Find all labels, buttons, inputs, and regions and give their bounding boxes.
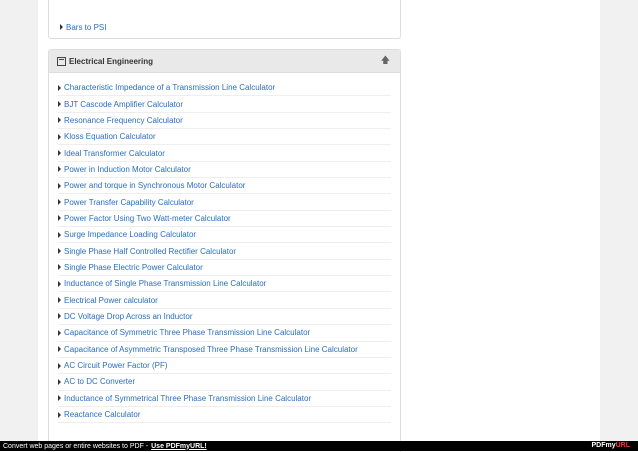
list-item[interactable]: Power and torque in Synchronous Motor Ca… — [58, 178, 391, 195]
caret-right-icon — [58, 231, 61, 238]
calculator-link[interactable]: Electrical Power calculator — [64, 296, 158, 305]
pdfmyurl-logo: PDFmyURL — [591, 442, 630, 449]
caret-right-icon — [58, 362, 61, 369]
list-item[interactable]: Power Factor Using Two Watt-meter Calcul… — [58, 211, 391, 228]
list-item[interactable]: DC Voltage Drop Across an Inductor — [58, 309, 391, 326]
pdf-footer-bar: Convert web pages or entire websites to … — [0, 441, 638, 451]
list-item[interactable]: Reactance Calculator — [58, 407, 391, 424]
caret-right-icon — [58, 150, 61, 157]
caret-right-icon — [58, 166, 61, 173]
caret-right-icon — [58, 395, 61, 402]
list-item[interactable]: AC to DC Converter — [58, 374, 391, 391]
caret-right-icon — [58, 346, 61, 353]
calculator-link[interactable]: Capacitance of Asymmetric Transposed Thr… — [64, 345, 358, 354]
calculator-link[interactable]: Resonance Frequency Calculator — [64, 116, 183, 125]
caret-right-icon — [58, 411, 61, 418]
list-item[interactable]: Characteristic Impedance of a Transmissi… — [58, 80, 391, 97]
left-gutter — [0, 0, 38, 451]
calculator-link[interactable]: Capacitance of Symmetric Three Phase Tra… — [64, 328, 310, 337]
caret-right-icon — [58, 313, 61, 320]
calculator-link[interactable]: Power in Induction Motor Calculator — [64, 165, 191, 174]
list-item[interactable]: Single Phase Electric Power Calculator — [58, 260, 391, 277]
caret-right-icon — [58, 199, 61, 206]
list-item[interactable]: Kloss Equation Calculator — [58, 129, 391, 146]
calculator-link[interactable]: Surge Impedance Loading Calculator — [64, 230, 196, 239]
panel-title: Electrical Engineering — [69, 56, 154, 66]
logo-accent: URL — [615, 442, 630, 449]
calculator-link[interactable]: Power Factor Using Two Watt-meter Calcul… — [64, 214, 231, 223]
list-item[interactable]: AC Circuit Power Factor (PF) — [58, 358, 391, 375]
caret-right-icon — [58, 264, 61, 271]
list-item[interactable]: BJT Cascode Amplifier Calculator — [58, 96, 391, 113]
calculator-link[interactable]: Kloss Equation Calculator — [64, 132, 156, 141]
previous-category-panel: Bars to PSI — [48, 0, 401, 39]
list-item[interactable]: Power in Induction Motor Calculator — [58, 162, 391, 179]
list-item[interactable]: Resonance Frequency Calculator — [58, 113, 391, 130]
calculator-link[interactable]: BJT Cascode Amplifier Calculator — [64, 100, 183, 109]
calculator-link[interactable]: Power Transfer Capability Calculator — [64, 198, 194, 207]
calculator-link[interactable]: Inductance of Single Phase Transmission … — [64, 279, 266, 288]
panel-heading[interactable]: Electrical Engineering 🡅 — [49, 50, 400, 73]
calculator-link[interactable]: Single Phase Half Controlled Rectifier C… — [64, 247, 236, 256]
list-item[interactable]: Ideal Transformer Calculator — [58, 145, 391, 162]
caret-right-icon — [58, 117, 61, 124]
caret-right-icon — [58, 378, 61, 385]
calculator-link[interactable]: Single Phase Electric Power Calculator — [64, 263, 203, 272]
calculator-icon — [57, 56, 66, 66]
calculator-link[interactable]: Inductance of Symmetrical Three Phase Tr… — [64, 394, 311, 403]
list-item[interactable]: Electrical Power calculator — [58, 292, 391, 309]
footer-text: Convert web pages or entire websites to … — [3, 442, 149, 450]
caret-right-icon — [58, 215, 61, 222]
caret-right-icon — [58, 133, 61, 140]
list-item[interactable]: Capacitance of Symmetric Three Phase Tra… — [58, 325, 391, 342]
calculator-link[interactable]: DC Voltage Drop Across an Inductor — [64, 312, 193, 321]
list-item-bars-to-psi[interactable]: Bars to PSI — [60, 17, 106, 35]
calculator-link[interactable]: Ideal Transformer Calculator — [64, 149, 165, 158]
list-item[interactable]: Power Transfer Capability Calculator — [58, 194, 391, 211]
use-pdfmyurl-link[interactable]: Use PDFmyURL! — [151, 443, 207, 450]
arrow-up-icon[interactable]: 🡅 — [381, 55, 390, 65]
caret-right-icon — [58, 84, 61, 91]
calculator-list: Characteristic Impedance of a Transmissi… — [58, 80, 391, 424]
list-item[interactable]: Capacitance of Asymmetric Transposed Thr… — [58, 342, 391, 358]
calculator-link[interactable]: AC Circuit Power Factor (PF) — [64, 361, 168, 370]
caret-right-icon — [58, 329, 61, 336]
calculator-link[interactable]: AC to DC Converter — [64, 377, 135, 386]
calculator-link[interactable]: Bars to PSI — [66, 23, 106, 32]
caret-right-icon — [58, 248, 61, 255]
list-item[interactable]: Inductance of Single Phase Transmission … — [58, 276, 391, 293]
electrical-engineering-panel: Electrical Engineering 🡅 Characteristic … — [48, 49, 401, 452]
right-gutter — [600, 0, 638, 451]
caret-right-icon — [60, 24, 63, 30]
list-item[interactable]: Surge Impedance Loading Calculator — [58, 227, 391, 244]
caret-right-icon — [58, 280, 61, 287]
logo-main: PDFmy — [591, 442, 616, 449]
calculator-link[interactable]: Power and torque in Synchronous Motor Ca… — [64, 181, 245, 190]
caret-right-icon — [58, 182, 61, 189]
calculator-link[interactable]: Reactance Calculator — [64, 410, 140, 419]
caret-right-icon — [58, 297, 61, 304]
caret-right-icon — [58, 101, 61, 108]
list-item[interactable]: Inductance of Symmetrical Three Phase Tr… — [58, 391, 391, 407]
calculator-link[interactable]: Characteristic Impedance of a Transmissi… — [64, 83, 275, 92]
list-item[interactable]: Single Phase Half Controlled Rectifier C… — [58, 243, 391, 260]
